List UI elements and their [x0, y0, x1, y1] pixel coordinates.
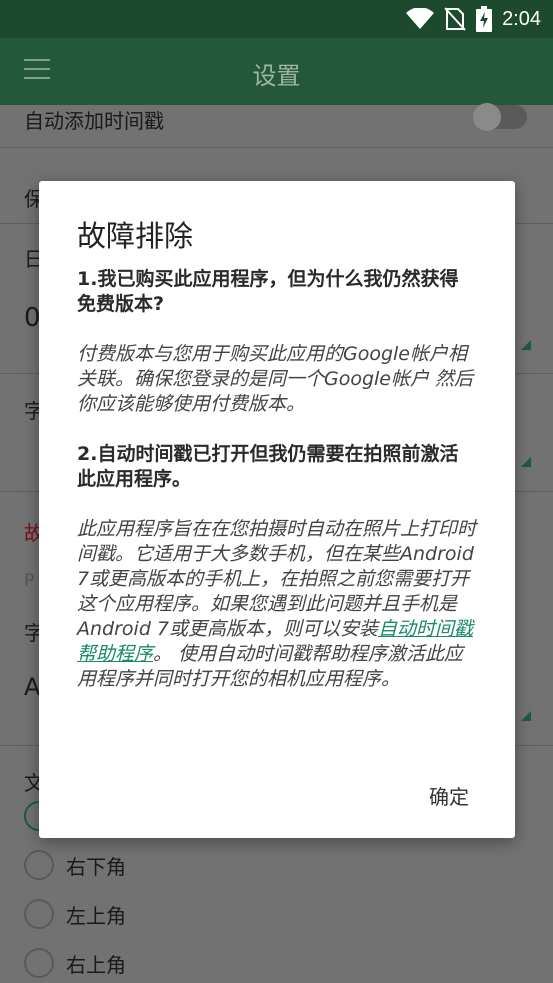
radio-button[interactable]: [24, 948, 54, 978]
dropdown-indicator-icon[interactable]: [521, 711, 531, 721]
radio-option-label: 左上角: [66, 903, 126, 928]
radio-option-label: 右下角: [66, 854, 126, 879]
status-icons: 2:04: [406, 6, 541, 32]
auto-timestamp-label: 自动添加时间戳: [24, 109, 164, 133]
battery-charging-icon: [476, 6, 493, 32]
faq-question-1: 1.我已购买此应用程序，但为什么我仍然获得免费版本?: [77, 268, 459, 315]
radio-button[interactable]: [24, 850, 54, 880]
status-bar: 2:04: [0, 0, 553, 38]
radio-option-bottom-right[interactable]: 右下角: [24, 850, 126, 880]
partial-row-label: P: [24, 571, 35, 591]
dialog-body: 1.我已购买此应用程序，但为什么我仍然获得免费版本? 付费版本与您用于购买此应用…: [77, 267, 477, 692]
radio-option-top-right[interactable]: 右上角: [24, 948, 126, 978]
status-time: 2:04: [502, 7, 541, 30]
ok-button[interactable]: 确定: [429, 781, 469, 810]
no-sim-icon: [444, 7, 466, 31]
radio-option-label: 右上角: [66, 952, 126, 977]
auto-timestamp-switch[interactable]: [473, 103, 527, 131]
troubleshooting-dialog: 故障排除 1.我已购买此应用程序，但为什么我仍然获得免费版本? 付费版本与您用于…: [39, 181, 515, 838]
faq-question-2: 2.自动时间戳已打开但我仍需要在拍照前激活此应用程序。: [77, 443, 459, 490]
partial-row-value: A: [24, 673, 41, 701]
faq-answer-1: 付费版本与您用于购买此应用的Google帐户相关联。确保您登录的是同一个Goog…: [77, 343, 474, 415]
wifi-icon: [406, 8, 435, 29]
dialog-title: 故障排除: [77, 219, 194, 253]
divider: [0, 147, 553, 148]
radio-button[interactable]: [24, 899, 54, 929]
faq-answer-2: 此应用程序旨在在您拍摄时自动在照片上打印时间戳。它适用于大多数手机，但在某些An…: [77, 517, 477, 692]
radio-option-top-left[interactable]: 左上角: [24, 899, 126, 929]
app-toolbar: 设置: [0, 38, 553, 105]
dropdown-indicator-icon[interactable]: [521, 340, 531, 350]
dropdown-indicator-icon[interactable]: [521, 457, 531, 467]
toolbar-title: 设置: [252, 62, 301, 90]
